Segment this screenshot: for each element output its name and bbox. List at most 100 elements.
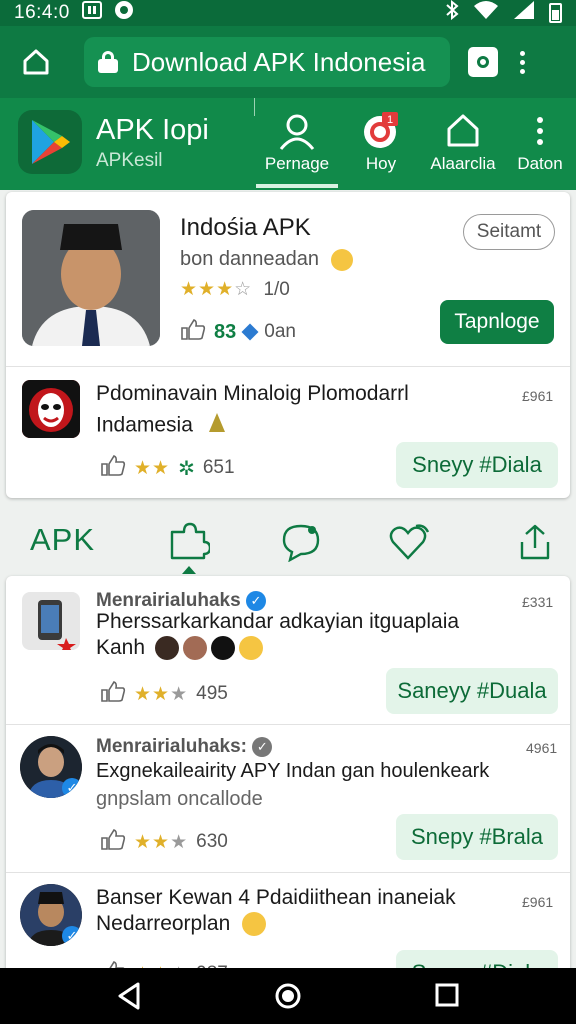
sparkle-icon: ✲: [178, 457, 195, 480]
browser-menu-icon[interactable]: [520, 50, 525, 74]
lock-icon: [98, 51, 118, 73]
emoji-icon: [242, 912, 267, 937]
likes-count: 83: [214, 320, 237, 343]
star-rating: ★★: [134, 457, 171, 479]
star-rating: ★★★: [134, 683, 189, 705]
status-bar: 16:4:0: [0, 0, 576, 26]
item-line1: Pherssarkarkandar adkayian itguaplaia: [96, 610, 460, 633]
address-bar[interactable]: Download APK Indonesia: [84, 37, 450, 87]
section-label: APK: [30, 522, 96, 557]
item-line2-row: Nedarreorplan: [96, 912, 267, 937]
verified-icon: ✓: [62, 778, 82, 798]
star-rating: ★★★: [134, 831, 189, 853]
item-title-line2-row: Indamesia: [96, 412, 227, 440]
chat-icon[interactable]: [280, 522, 322, 567]
item-meta: ★★ ✲ 651: [100, 454, 235, 482]
heart-icon[interactable]: [388, 522, 432, 567]
featured-avatar: [22, 210, 160, 346]
back-icon[interactable]: [116, 982, 142, 1015]
thumbs-up-icon[interactable]: [100, 680, 126, 708]
profile-icon: [277, 108, 317, 154]
featured-subtitle-row: bon danneadan: [180, 248, 353, 271]
avatar: [211, 636, 236, 660]
home-icon: [443, 108, 483, 154]
emoji-icon: [239, 636, 264, 660]
puzzle-icon[interactable]: [168, 522, 212, 574]
item-meta: ★★★ 495: [100, 680, 228, 708]
more-vert-icon: [535, 108, 545, 154]
featured-meta: 83 0an: [180, 318, 296, 346]
author-row: Menrairialuhaks: ✓: [96, 736, 273, 758]
list-card: Menrairialuhaks ✓ £331 Pherssarkarkandar…: [6, 576, 570, 996]
tag-icon: [241, 323, 259, 341]
thumbs-up-icon[interactable]: [100, 828, 126, 856]
battery-icon: [549, 3, 562, 23]
home-icon[interactable]: [14, 40, 58, 84]
nav-label: Daton: [517, 154, 563, 173]
nav-label: Hoy: [365, 154, 397, 173]
item-action-button[interactable]: Snepy #Brala: [396, 814, 558, 860]
item-code: £331: [522, 594, 554, 610]
screenshot-icon: [81, 1, 102, 25]
nav-label: Pernage: [264, 154, 330, 173]
item-line2: gnpslam oncallode: [96, 788, 263, 810]
likes-suffix: 0an: [264, 321, 296, 342]
item-title-line1: Pdominavain Minaloig Plomodarrl: [96, 382, 409, 405]
phone-app-icon: [22, 592, 80, 650]
item-count: 651: [202, 457, 235, 478]
nav-tab-alaarclia[interactable]: Alaarclia: [428, 108, 498, 186]
avatar: ✓: [20, 736, 82, 798]
thumbs-up-icon[interactable]: [100, 454, 126, 482]
nav-tab-pernage[interactable]: Pernage: [256, 108, 338, 188]
tabs-button[interactable]: [468, 47, 498, 77]
avatar: ✓: [20, 884, 82, 946]
wifi-icon: [473, 0, 499, 26]
app-logo: [18, 110, 82, 174]
item-line2-row: Kanh: [96, 636, 264, 660]
author-name: Menrairialuhaks: [96, 590, 241, 611]
bell-icon: [207, 412, 227, 440]
item-code: 4961: [526, 740, 558, 756]
item-line1: Banser Kewan 4 Pdaidiithean inaneiak: [96, 886, 456, 909]
avatar: [183, 636, 208, 660]
featured-rating-row: ★★★☆ 1/0: [180, 278, 290, 301]
verified-icon: ✓: [245, 590, 266, 611]
bluetooth-icon: [445, 0, 459, 26]
url-text: Download APK Indonesia: [132, 46, 426, 77]
item-line1: Exgnekaileairity APY Indan gan houlenkea…: [96, 760, 490, 782]
item-title-line2: Indamesia: [96, 413, 193, 437]
status-time: 16:4:0: [14, 2, 70, 23]
featured-title: Indośia APK: [180, 214, 311, 241]
primary-button[interactable]: Tapnloge: [440, 300, 554, 344]
secondary-button[interactable]: Seitamt: [463, 214, 555, 250]
share-icon[interactable]: [518, 522, 552, 567]
avatar: [155, 636, 180, 660]
browser-toolbar: Download APK Indonesia: [0, 26, 576, 98]
notification-icon: [114, 0, 134, 26]
featured-subtitle: bon danneadan: [180, 248, 320, 270]
item-count: 630: [196, 831, 228, 852]
nav-label: Alaarclia: [430, 154, 496, 173]
author-name: Menrairialuhaks:: [96, 736, 247, 757]
section-toolbar: APK: [0, 508, 576, 574]
verified-icon: ✓: [252, 736, 273, 757]
item-code: £961: [522, 388, 554, 404]
nav-tab-daton[interactable]: Daton: [516, 108, 564, 186]
item-action-button[interactable]: Saneyy #Duala: [386, 668, 558, 714]
verified-icon: ✓: [62, 926, 82, 946]
recents-icon[interactable]: [434, 982, 460, 1013]
signal-icon: [513, 0, 535, 26]
app-title: APK Iopi: [96, 114, 209, 146]
item-line2: Nedarreorplan: [96, 912, 231, 935]
nav-tab-hoy[interactable]: 1 Hoy: [356, 108, 406, 186]
notification-badge-icon: 1: [360, 108, 402, 154]
emoji-icon: [330, 248, 353, 271]
item-code: £961: [522, 894, 554, 910]
home-button-icon[interactable]: [274, 982, 302, 1015]
thumbs-up-icon[interactable]: [180, 318, 206, 346]
item-thumbnail: [22, 380, 80, 438]
svg-text:1: 1: [387, 114, 393, 126]
author-row: Menrairialuhaks ✓: [96, 590, 266, 612]
featured-card: Indośia APK bon danneadan ★★★☆ 1/0 83 0a…: [6, 192, 570, 498]
item-action-button[interactable]: Sneyy #Diala: [396, 442, 558, 488]
